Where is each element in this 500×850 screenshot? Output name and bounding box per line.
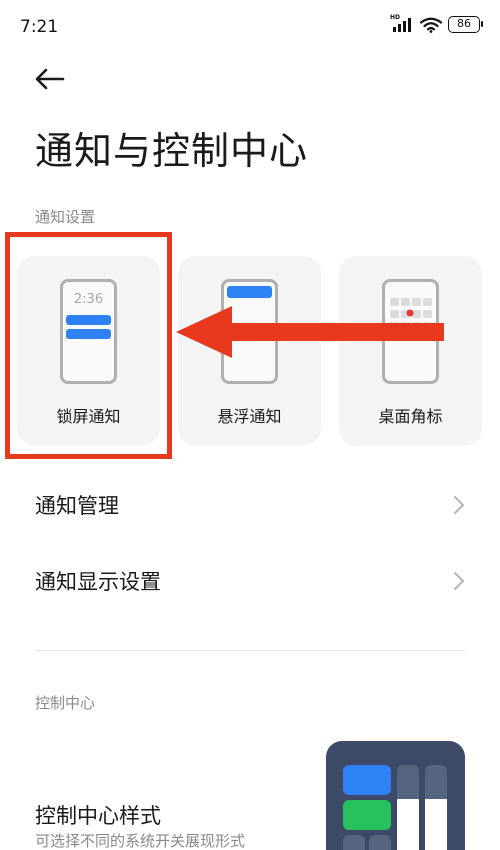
status-time: 7:21: [20, 17, 59, 37]
control-center-style-title: 控制中心样式: [35, 804, 161, 828]
preview-floating-bar: [227, 286, 272, 298]
preview-slider-fill: [425, 799, 447, 850]
signal-icon: HD: [390, 13, 414, 33]
preview-tile: [343, 835, 365, 850]
preview-slider-track: [397, 765, 419, 850]
list-item-notification-management[interactable]: 通知管理: [0, 474, 500, 534]
list-item-label: 通知显示设置: [35, 570, 161, 594]
status-icons: HD 86: [390, 13, 483, 33]
chevron-right-icon: [454, 572, 464, 590]
hd-label: HD: [390, 13, 401, 21]
status-bar: 7:21 HD 86: [0, 0, 500, 50]
annotation-highlight-box: [5, 232, 172, 459]
control-center-style-subtitle: 可选择不同的系统开关展现形式: [35, 832, 246, 850]
section-label-notification: 通知设置: [35, 208, 96, 226]
back-button[interactable]: [28, 60, 72, 98]
card-label: 悬浮通知: [217, 407, 282, 426]
list-item-label: 通知管理: [35, 494, 119, 518]
battery-indicator: 86: [448, 16, 483, 33]
preview-slider-fill: [397, 799, 419, 850]
back-arrow-icon: [35, 68, 65, 90]
preview-tile-blue: [343, 765, 391, 795]
preview-slider-track: [425, 765, 447, 850]
preview-tile: [369, 835, 391, 850]
card-label: 桌面角标: [378, 407, 443, 426]
page-title: 通知与控制中心: [35, 129, 309, 173]
wifi-icon: [420, 17, 442, 33]
chevron-right-icon: [454, 496, 464, 514]
list-item-notification-display-settings[interactable]: 通知显示设置: [0, 550, 500, 610]
preview-tile-green: [343, 800, 391, 830]
annotation-arrow-icon: [176, 306, 444, 358]
control-center-preview-image: [326, 741, 465, 850]
divider: [35, 650, 465, 651]
section-label-control-center: 控制中心: [35, 694, 96, 712]
